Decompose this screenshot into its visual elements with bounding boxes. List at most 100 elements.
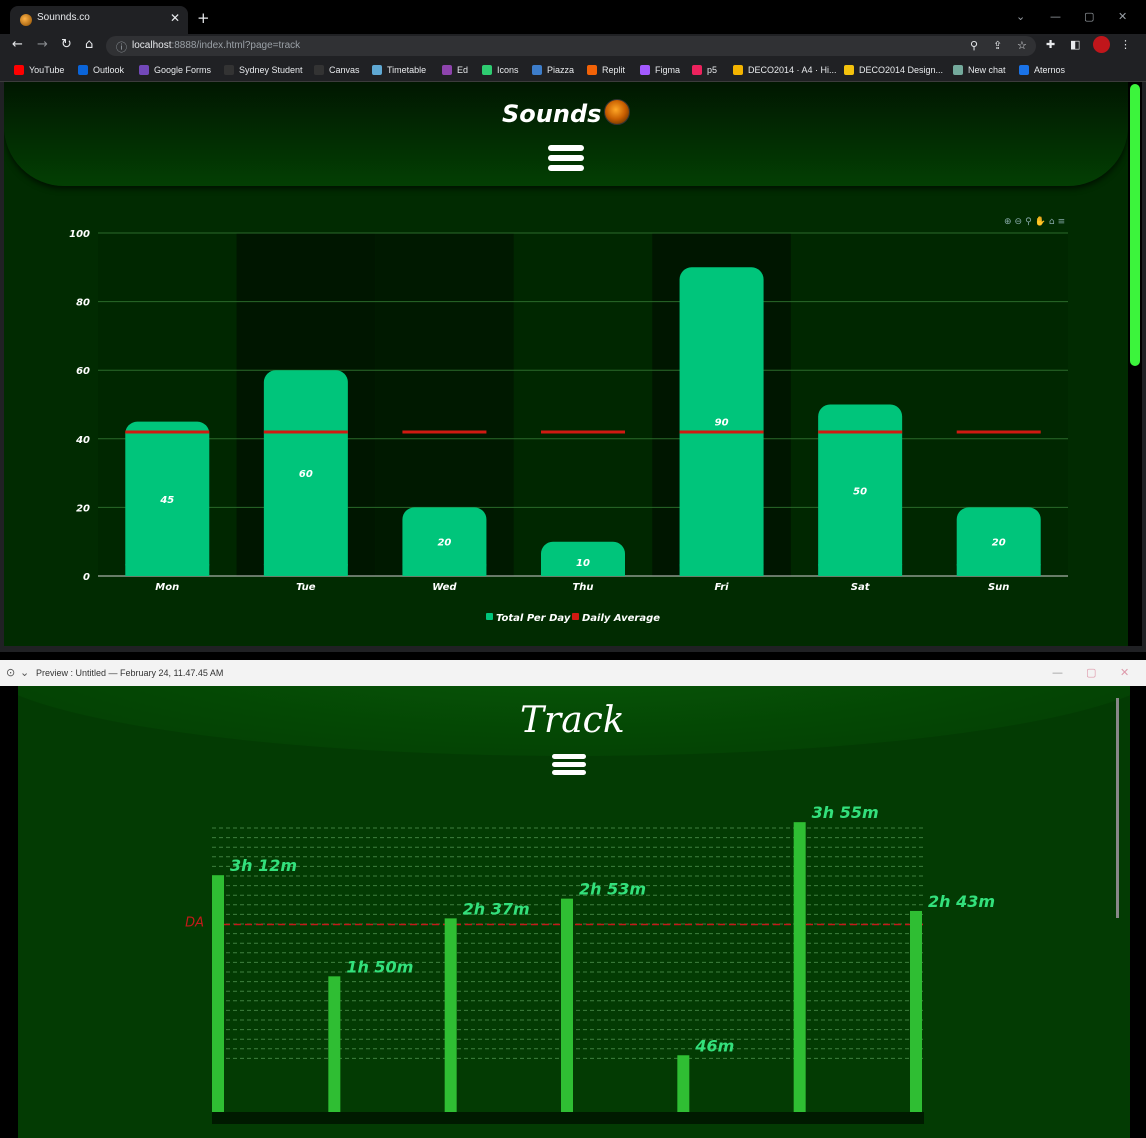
close-window-button[interactable]: ✕ [1118,10,1127,23]
data-label: 20 [437,538,451,549]
bookmark-icon [844,65,854,75]
bookmark-item[interactable]: New chat [953,64,1006,76]
bar [910,910,922,1112]
logo-icon [604,99,630,125]
preview-window: ⊙ ⌄ Preview : Untitled — February 24, 11… [0,660,1146,1138]
zoom-selection-icon[interactable]: ⚲ [1025,217,1032,227]
chart-menu-icon[interactable]: ≡ [1058,217,1066,227]
x-axis-band [212,1112,924,1124]
tab-search-icon[interactable]: ⌄ [1016,10,1025,23]
bookmark-item[interactable]: Outlook [78,64,124,76]
x-tick-label: Mon [155,582,179,593]
track-bar-chart: DA3h 12mMon1h 50mTue2h 37mWed2h 53mThu46… [185,803,995,1124]
bar [561,898,573,1112]
preview-scrollbar[interactable] [1116,698,1119,918]
hamburger-menu-icon[interactable] [548,145,584,175]
pan-icon[interactable]: ✋ [1035,217,1046,227]
reload-icon[interactable]: ↻ [61,37,72,52]
y-tick-label: 60 [76,366,90,377]
side-panel-icon[interactable]: ◧ [1070,38,1080,51]
bookmark-item[interactable]: Aternos [1019,64,1065,76]
bookmark-item[interactable]: Timetable [372,64,426,76]
bar [677,1055,690,1112]
bookmark-item[interactable]: Icons [482,64,519,76]
bookmark-item[interactable]: DECO2014 · A4 · Hi... [733,64,837,76]
bookmark-item[interactable]: Ed [442,64,468,76]
bookmark-star-icon[interactable]: ☆ [1017,39,1027,52]
x-tick-label: Tue [296,582,316,593]
bookmark-item[interactable]: Replit [587,64,625,76]
y-tick-label: 0 [83,572,90,583]
forward-icon[interactable]: → [37,37,48,52]
average-label: DA [185,916,204,931]
bookmark-icon [1019,65,1029,75]
data-label: 20 [992,538,1006,549]
profile-avatar[interactable] [1093,36,1110,53]
bookmark-icon [139,65,149,75]
extensions-icon[interactable]: ✚ [1046,38,1055,51]
address-bar[interactable]: ⓘ localhost:8888/index.html?page=track ⚲… [106,36,1036,56]
site-info-icon[interactable]: ⓘ [116,39,127,55]
y-tick-label: 20 [76,503,90,514]
legend-swatch [572,613,579,620]
bookmark-item[interactable]: Piazza [532,64,574,76]
back-icon[interactable]: ← [12,37,23,52]
browser-tab[interactable]: Sounnds.co ✕ [10,6,188,34]
legend-swatch [486,613,493,620]
sounds-bar-chart: 0 20 40 60 80 100 45 Mon 60 Tue 20 Wed 10 Thu 90 Fri 50 S… [69,229,1068,624]
hamburger-menu-icon[interactable] [552,754,586,778]
data-label: 3h 55m [812,803,879,822]
favicon-icon [20,14,32,26]
bookmark-label: YouTube [29,65,65,75]
x-tick-label: Thu [572,582,593,593]
bookmark-label: Google Forms [154,65,212,75]
menu-dots-icon[interactable]: ⋮ [1120,38,1131,51]
maximize-button[interactable]: ▢ [1086,666,1096,679]
close-tab-icon[interactable]: ✕ [170,11,180,25]
bookmark-icon [14,65,24,75]
tab-strip: Sounnds.co ✕ + ⌄ — ▢ ✕ [0,0,1146,34]
record-icon[interactable]: ⊙ [6,666,15,679]
bar [444,918,457,1112]
data-label: 46m [694,1036,734,1055]
close-window-button[interactable]: ✕ [1120,666,1129,679]
chevron-down-icon[interactable]: ⌄ [20,666,29,679]
legend-label: Daily Average [582,613,660,624]
x-tick-label: Sun [988,582,1009,593]
scrollbar-thumb[interactable] [1130,84,1140,366]
url-host: localhost [132,40,172,51]
bookmark-item[interactable]: DECO2014 Design... [844,64,943,76]
minimize-button[interactable]: — [1050,10,1061,23]
bookmark-label: Icons [497,65,519,75]
bookmark-icon [482,65,492,75]
zoom-out-icon[interactable]: ⊖ [1015,217,1023,227]
bookmark-item[interactable]: p5 [692,64,717,76]
bookmark-label: Replit [602,65,626,75]
home-icon[interactable]: ⌂ [85,37,93,52]
bookmark-label: Timetable [387,65,427,75]
new-tab-button[interactable]: + [197,9,210,27]
zoom-icon[interactable]: ⚲ [970,39,978,52]
reset-home-icon[interactable]: ⌂ [1049,217,1055,227]
bookmark-icon [733,65,743,75]
y-tick-label: 100 [69,229,90,240]
bookmark-item[interactable]: Sydney Student [224,64,303,76]
page-scrollbar[interactable] [1128,82,1142,646]
x-tick-label: Fri [715,582,730,593]
bookmark-label: Aternos [1034,65,1066,75]
zoom-in-icon[interactable]: ⊕ [1004,217,1012,227]
bookmark-item[interactable]: Figma [640,64,680,76]
bookmark-label: Piazza [547,65,575,75]
bookmark-label: Outlook [93,65,125,75]
data-label: 2h 53m [579,880,646,899]
bookmark-item[interactable]: Google Forms [139,64,211,76]
bar [793,822,806,1112]
bookmark-icon [953,65,963,75]
bookmark-item[interactable]: YouTube [14,64,64,76]
page-title: Track [520,700,625,741]
preview-window-title: Preview : Untitled — February 24, 11.47.… [36,668,224,678]
bookmark-item[interactable]: Canvas [314,64,360,76]
share-icon[interactable]: ⇪ [993,39,1002,52]
maximize-button[interactable]: ▢ [1084,10,1094,23]
minimize-button[interactable]: — [1052,666,1063,679]
